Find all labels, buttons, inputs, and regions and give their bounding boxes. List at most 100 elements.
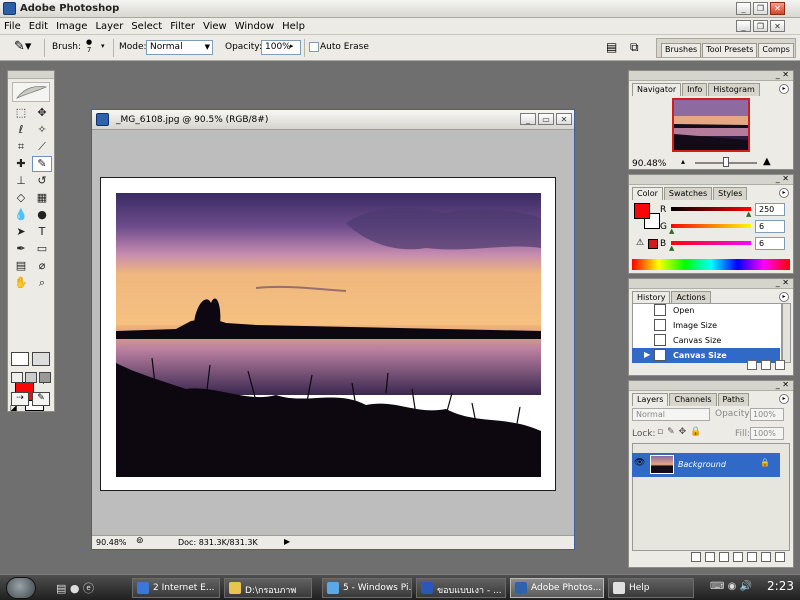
tab-paths[interactable]: Paths bbox=[717, 393, 750, 406]
new-layer-icon[interactable] bbox=[761, 552, 771, 562]
gradient-tool-icon[interactable]: ▦ bbox=[32, 190, 52, 206]
palette-close-icon[interactable]: _ ✕ bbox=[776, 70, 789, 79]
screen-mode-standard-icon[interactable] bbox=[11, 372, 23, 383]
layers-palette-header[interactable]: _ ✕ bbox=[629, 380, 793, 391]
status-menu-arrow-icon[interactable]: ▶ bbox=[284, 537, 290, 546]
g-slider-thumb-icon[interactable]: ▲ bbox=[669, 227, 674, 235]
palette-menu-icon[interactable]: ▸ bbox=[779, 188, 789, 198]
delete-layer-icon[interactable] bbox=[775, 552, 785, 562]
type-tool-icon[interactable]: T bbox=[32, 224, 52, 240]
opacity-arrow-icon[interactable]: ▸ bbox=[290, 42, 294, 50]
layer-mask-icon[interactable] bbox=[719, 552, 729, 562]
g-value-input[interactable]: 6 bbox=[755, 220, 785, 233]
blur-tool-icon[interactable]: 💧 bbox=[11, 207, 31, 223]
menu-window[interactable]: Window bbox=[231, 21, 278, 32]
menu-layer[interactable]: Layer bbox=[91, 21, 127, 32]
marquee-tool-icon[interactable]: ⬚ bbox=[11, 105, 31, 121]
b-slider-thumb-icon[interactable]: ▲ bbox=[669, 244, 674, 252]
toolbox-header[interactable] bbox=[8, 71, 54, 79]
delete-state-icon[interactable] bbox=[775, 360, 785, 370]
file-browser-icon[interactable]: ▤ bbox=[606, 40, 617, 54]
menu-view[interactable]: View bbox=[199, 21, 231, 32]
move-tool-icon[interactable]: ✥ bbox=[32, 105, 52, 121]
image-canvas[interactable] bbox=[100, 177, 556, 491]
history-item[interactable]: Open bbox=[632, 303, 780, 318]
taskbar-item-internet-explorer[interactable]: 2 Internet E... bbox=[132, 578, 220, 598]
g-slider[interactable] bbox=[671, 224, 751, 228]
tab-styles[interactable]: Styles bbox=[713, 187, 748, 200]
status-icon[interactable]: ⊚ bbox=[136, 536, 144, 546]
brush-picker-arrow-icon[interactable]: ▾ bbox=[101, 42, 105, 50]
b-value-input[interactable]: 6 bbox=[755, 237, 785, 250]
b-slider[interactable] bbox=[671, 241, 751, 245]
well-tab-comps[interactable]: Comps bbox=[758, 43, 794, 57]
zoom-out-icon[interactable]: ▴ bbox=[681, 157, 685, 166]
brush-picker[interactable]: ● 7 bbox=[86, 38, 92, 54]
start-button[interactable] bbox=[6, 577, 36, 599]
taskbar-item-windows-picture[interactable]: 5 - Windows Pi... bbox=[322, 578, 412, 598]
clone-stamp-tool-icon[interactable]: ⊥ bbox=[11, 173, 31, 189]
tab-swatches[interactable]: Swatches bbox=[663, 187, 713, 200]
opacity-input[interactable]: 100% bbox=[261, 40, 301, 55]
navigator-palette-header[interactable]: _ ✕ bbox=[629, 70, 793, 81]
navigator-thumbnail[interactable] bbox=[672, 98, 750, 152]
toggle-palettes-icon[interactable]: ⧉ bbox=[630, 40, 639, 55]
lasso-tool-icon[interactable]: ℓ bbox=[11, 122, 31, 138]
palette-close-icon[interactable]: _ ✕ bbox=[776, 278, 789, 287]
pencil-tool-preset-icon[interactable]: ✎▾ bbox=[14, 39, 31, 54]
jump-to-imageready-icon[interactable]: ⇢ bbox=[11, 392, 29, 406]
history-item[interactable]: Image Size bbox=[632, 318, 780, 333]
document-title-bar[interactable]: _MG_6108.jpg @ 90.5% (RGB/8#) _ ▭ ✕ bbox=[92, 110, 574, 130]
palette-menu-icon[interactable]: ▸ bbox=[779, 394, 789, 404]
color-spectrum-bar[interactable] bbox=[632, 259, 790, 270]
magic-wand-tool-icon[interactable]: ✧ bbox=[32, 122, 52, 138]
r-slider-thumb-icon[interactable]: ▲ bbox=[746, 210, 751, 218]
menu-filter[interactable]: Filter bbox=[166, 21, 199, 32]
tab-channels[interactable]: Channels bbox=[669, 393, 717, 406]
zoom-in-icon[interactable]: ▲ bbox=[763, 156, 771, 167]
new-group-icon[interactable] bbox=[747, 552, 757, 562]
minimize-button[interactable]: _ bbox=[736, 2, 751, 15]
gamut-color-swatch[interactable] bbox=[648, 239, 658, 249]
tab-histogram[interactable]: Histogram bbox=[708, 83, 760, 96]
screen-mode-full-menu-icon[interactable] bbox=[25, 372, 37, 383]
taskbar-item-word-document[interactable]: ขอบแบบเงา - ... bbox=[416, 578, 506, 598]
eraser-tool-icon[interactable]: ◇ bbox=[11, 190, 31, 206]
shape-tool-icon[interactable]: ▭ bbox=[32, 241, 52, 257]
tab-info[interactable]: Info bbox=[682, 83, 708, 96]
zoom-tool-icon[interactable]: ⌕ bbox=[32, 275, 52, 291]
fill-input[interactable]: 100% bbox=[750, 427, 784, 440]
layer-opacity-input[interactable]: 100% bbox=[750, 408, 784, 421]
doc-window-maximize-button[interactable]: ▭ bbox=[538, 113, 554, 125]
dodge-tool-icon[interactable]: ● bbox=[32, 207, 52, 223]
palette-menu-icon[interactable]: ▸ bbox=[779, 84, 789, 94]
palette-close-icon[interactable]: _ ✕ bbox=[776, 174, 789, 183]
well-tab-tool-presets[interactable]: Tool Presets bbox=[702, 43, 758, 57]
crop-tool-icon[interactable]: ⌗ bbox=[11, 139, 31, 155]
menu-file[interactable]: File bbox=[0, 21, 25, 32]
blend-mode-select[interactable]: Normal bbox=[632, 408, 710, 421]
navigator-zoom-value[interactable]: 90.48% bbox=[632, 159, 666, 169]
r-value-input[interactable]: 250 bbox=[755, 203, 785, 216]
imageready-icon[interactable]: ✎ bbox=[32, 392, 50, 406]
eyedropper-tool-icon[interactable]: ⌀ bbox=[32, 258, 52, 274]
slice-tool-icon[interactable]: ⟋ bbox=[32, 139, 52, 155]
healing-brush-tool-icon[interactable]: ✚ bbox=[11, 156, 31, 172]
color-palette-header[interactable]: _ ✕ bbox=[629, 174, 793, 185]
tab-layers[interactable]: Layers bbox=[632, 393, 669, 406]
color-fg-swatch[interactable] bbox=[634, 203, 650, 219]
new-snapshot-icon[interactable] bbox=[761, 360, 771, 370]
lock-options-icons[interactable]: ▫✎✥🔒 bbox=[657, 427, 705, 437]
new-adjustment-layer-icon[interactable] bbox=[733, 552, 743, 562]
auto-erase-checkbox[interactable] bbox=[309, 42, 319, 52]
layer-row-background[interactable]: 👁 Background 🔒 bbox=[632, 453, 780, 477]
path-selection-tool-icon[interactable]: ➤ bbox=[11, 224, 31, 240]
history-brush-tool-icon[interactable]: ↺ bbox=[32, 173, 52, 189]
doc-restore-button[interactable]: ❐ bbox=[753, 20, 768, 32]
taskbar-item-folder[interactable]: D:\กรอบภาพ bbox=[224, 578, 312, 598]
screen-mode-full-icon[interactable] bbox=[39, 372, 51, 383]
clock[interactable]: 2:23 bbox=[767, 579, 794, 593]
menu-edit[interactable]: Edit bbox=[25, 21, 52, 32]
well-tab-brushes[interactable]: Brushes bbox=[661, 43, 702, 57]
palette-close-icon[interactable]: _ ✕ bbox=[776, 380, 789, 389]
